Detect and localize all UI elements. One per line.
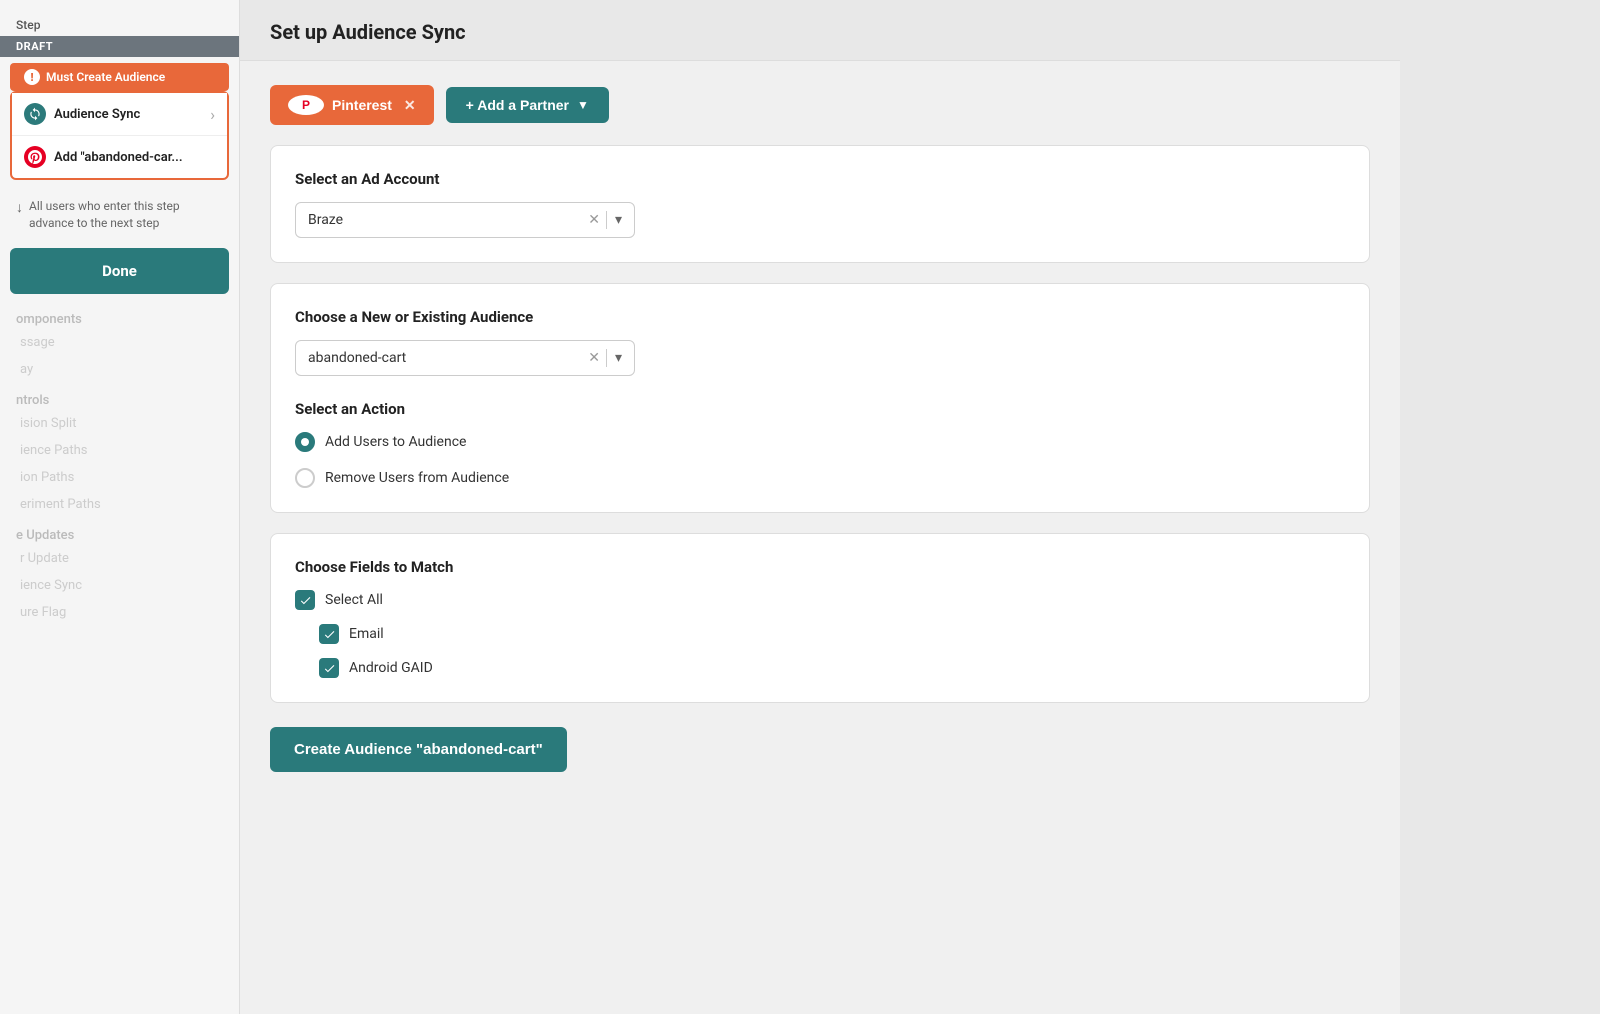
create-audience-button[interactable]: Create Audience "abandoned-cart" xyxy=(270,727,567,772)
action-radio-group: Add Users to Audience Remove Users from … xyxy=(295,432,1345,488)
audience-label: Choose a New or Existing Audience xyxy=(295,308,1345,326)
must-create-banner: ! Must Create Audience xyxy=(10,63,229,91)
checkbox-select-all-label: Select All xyxy=(325,592,383,608)
partner-row: P Pinterest ✕ + Add a Partner ▼ xyxy=(270,85,1370,125)
nav-audience-paths[interactable]: ience Paths xyxy=(0,437,239,464)
radio-remove-users-label: Remove Users from Audience xyxy=(325,470,509,486)
draft-badge: DRAFT xyxy=(0,36,239,57)
audience-action-card: Choose a New or Existing Audience abando… xyxy=(270,283,1370,513)
radio-add-users[interactable]: Add Users to Audience xyxy=(295,432,1345,452)
nav-experiment-paths[interactable]: eriment Paths xyxy=(0,491,239,518)
nav-components: omponents xyxy=(0,302,239,329)
pinterest-button[interactable]: P Pinterest ✕ xyxy=(270,85,434,125)
audience-select[interactable]: abandoned-cart ✕ ▾ xyxy=(295,340,635,376)
audience-clear-icon[interactable]: ✕ xyxy=(588,350,600,366)
down-arrow-icon: ↓ xyxy=(16,199,23,219)
select-chevron-icon[interactable]: ▾ xyxy=(615,212,622,228)
radio-add-users-label: Add Users to Audience xyxy=(325,434,466,450)
add-partner-button[interactable]: + Add a Partner ▼ xyxy=(446,87,609,123)
audience-sync-label: Audience Sync xyxy=(54,107,140,122)
advance-text: ↓ All users who enter this step advance … xyxy=(0,190,239,240)
nav-user-update[interactable]: r Update xyxy=(0,545,239,572)
audience-select-divider xyxy=(606,349,607,367)
done-button[interactable]: Done xyxy=(10,248,229,294)
ad-account-select[interactable]: Braze ✕ ▾ xyxy=(295,202,635,238)
chevron-down-icon: ▼ xyxy=(577,98,589,112)
sync-icon xyxy=(24,103,46,125)
fields-label: Choose Fields to Match xyxy=(295,558,1345,576)
step-label: Step xyxy=(0,10,239,36)
nav-decision-split[interactable]: ision Split xyxy=(0,410,239,437)
audience-chevron-icon[interactable]: ▾ xyxy=(615,350,622,366)
nav-feature-flag[interactable]: ure Flag xyxy=(0,599,239,626)
ad-account-label: Select an Ad Account xyxy=(295,170,1345,188)
nav-delay[interactable]: ay xyxy=(0,356,239,383)
main-content: Set up Audience Sync P Pinterest ✕ + Add… xyxy=(240,0,1400,1014)
main-header: Set up Audience Sync xyxy=(240,0,1400,61)
fields-card: Choose Fields to Match Select All Email xyxy=(270,533,1370,703)
nav-message[interactable]: ssage xyxy=(0,329,239,356)
warning-icon: ! xyxy=(24,69,40,85)
audience-value: abandoned-cart xyxy=(308,350,588,366)
checkbox-email-box[interactable] xyxy=(319,624,339,644)
nav-controls: ntrols xyxy=(0,383,239,410)
step-audience-sync[interactable]: Audience Sync › xyxy=(12,93,227,136)
checkbox-android-gaid-box[interactable] xyxy=(319,658,339,678)
checkbox-android-gaid[interactable]: Android GAID xyxy=(295,658,1345,678)
steps-box: Audience Sync › Add "abandoned-car... xyxy=(10,91,229,180)
select-divider xyxy=(606,211,607,229)
step-add-abandoned[interactable]: Add "abandoned-car... xyxy=(12,136,227,178)
ad-account-card: Select an Ad Account Braze ✕ ▾ xyxy=(270,145,1370,263)
radio-add-users-circle[interactable] xyxy=(295,432,315,452)
checkbox-select-all[interactable]: Select All xyxy=(295,590,1345,610)
right-faded-panel xyxy=(1400,0,1600,1014)
ad-account-clear-icon[interactable]: ✕ xyxy=(588,212,600,228)
page-title: Set up Audience Sync xyxy=(270,20,1370,44)
main-body: P Pinterest ✕ + Add a Partner ▼ Select a… xyxy=(240,61,1400,796)
ad-account-value: Braze xyxy=(308,212,588,228)
step-chevron: › xyxy=(210,105,215,124)
checkbox-email-label: Email xyxy=(349,626,384,642)
nav-audience-sync[interactable]: ience Sync xyxy=(0,572,239,599)
pinterest-step-icon xyxy=(24,146,46,168)
checkbox-select-all-box[interactable] xyxy=(295,590,315,610)
checkbox-group: Select All Email Android GAID xyxy=(295,590,1345,678)
pinterest-logo: P xyxy=(288,95,324,115)
pinterest-remove-icon[interactable]: ✕ xyxy=(404,97,416,114)
action-label: Select an Action xyxy=(295,400,1345,418)
checkbox-android-gaid-label: Android GAID xyxy=(349,660,433,676)
add-partner-label: + Add a Partner xyxy=(466,97,569,113)
radio-remove-users[interactable]: Remove Users from Audience xyxy=(295,468,1345,488)
nav-action-paths[interactable]: ion Paths xyxy=(0,464,239,491)
add-abandoned-label: Add "abandoned-car... xyxy=(54,150,183,165)
sidebar: Step DRAFT ! Must Create Audience Audien… xyxy=(0,0,240,1014)
checkbox-email[interactable]: Email xyxy=(295,624,1345,644)
radio-remove-users-circle[interactable] xyxy=(295,468,315,488)
must-create-label: Must Create Audience xyxy=(46,70,165,84)
nav-user-updates: e Updates xyxy=(0,518,239,545)
